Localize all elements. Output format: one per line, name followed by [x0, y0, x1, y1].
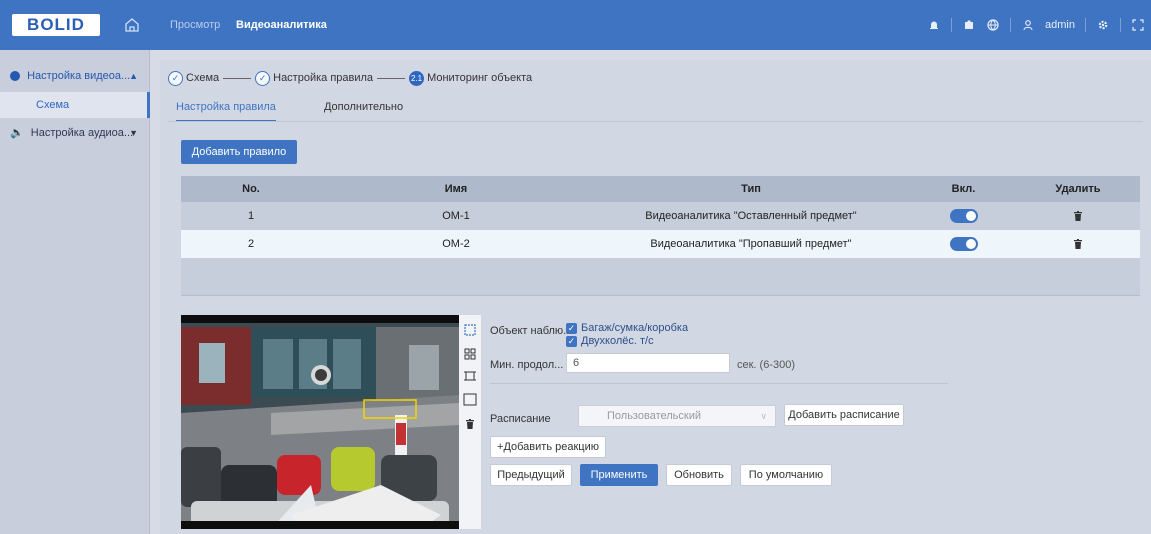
step-connector — [223, 77, 252, 79]
table-row[interactable]: 1 OM-1 Видеоаналитика "Оставленный предм… — [181, 202, 1140, 230]
add-rule-button[interactable]: Добавить правило — [181, 140, 297, 164]
enable-toggle[interactable] — [949, 209, 978, 223]
rule-type: Видеоаналитика "Оставленный предмет" — [645, 210, 857, 222]
schedule-select[interactable]: Пользовательский ∨ — [578, 405, 776, 427]
draw-area-icon[interactable] — [463, 323, 477, 337]
rules-table: No. Имя Тип Вкл. Удалить 1 OM-1 Видеоана… — [181, 176, 1140, 296]
trash-icon[interactable] — [463, 417, 477, 431]
min-duration-label: Мин. продол... — [490, 359, 564, 371]
checkbox-two-wheeler[interactable]: ✓ Двухколёс. т/с — [566, 335, 654, 347]
subtabs: Настройка правила Дополнительно — [176, 96, 451, 122]
trash-icon[interactable] — [1072, 238, 1084, 250]
column-header: Вкл. — [951, 183, 976, 195]
delete-cell — [1016, 202, 1140, 230]
toggle-knob — [965, 239, 976, 249]
top-bar: BOLID Просмотр Видеоаналитика admin — [0, 0, 1151, 50]
apply-button[interactable]: Применить — [580, 464, 658, 486]
add-schedule-button[interactable]: Добавить расписание — [784, 404, 904, 426]
column-header: Удалить — [1055, 183, 1101, 195]
divider — [490, 383, 948, 384]
step-label: Мониторинг объекта — [427, 72, 533, 84]
divider — [1085, 18, 1086, 32]
sidebar-item-label: Схема — [36, 99, 70, 111]
rule-type: Видеоаналитика "Пропавший предмет" — [650, 238, 852, 250]
check-icon: ✓ — [566, 322, 577, 334]
default-button[interactable]: По умолчанию — [740, 464, 832, 486]
divider — [1120, 18, 1121, 32]
checkbox-label: Багаж/сумка/коробка — [581, 322, 689, 334]
min-duration-input[interactable]: 6 — [566, 353, 730, 373]
video-toolbar — [459, 315, 481, 529]
logo: BOLID — [12, 14, 100, 36]
min-duration-hint: сек. (6-300) — [737, 359, 796, 371]
user-name[interactable]: admin — [1045, 19, 1075, 31]
chevron-down-icon: ∨ — [760, 411, 767, 421]
column-header: No. — [242, 183, 260, 195]
video-preview[interactable] — [181, 315, 459, 529]
sidebar-item-schema[interactable]: Схема — [0, 92, 150, 118]
grid-icon[interactable] — [463, 347, 477, 361]
step-number: 2.1 — [409, 70, 425, 86]
refresh-button[interactable]: Обновить — [666, 464, 732, 486]
chevron-down-icon: ▼ — [129, 128, 138, 138]
column-header: Имя — [444, 183, 468, 195]
main-content: ✓ Схема ✓ Настройка правила 2.1 Монитори… — [160, 60, 1151, 534]
divider — [1010, 18, 1012, 32]
fullscreen-icon[interactable] — [1131, 18, 1145, 32]
step-label: Настройка правила — [273, 72, 374, 84]
rule-name: OM-1 — [442, 210, 470, 222]
rule-name: OM-2 — [442, 238, 470, 250]
check-icon: ✓ — [255, 70, 271, 86]
max-size-icon[interactable] — [463, 393, 477, 407]
chevron-up-icon: ▲ — [129, 71, 138, 81]
enable-toggle[interactable] — [949, 237, 978, 251]
sidebar-item-label: Настройка аудиоа... — [30, 127, 134, 139]
speaker-icon: 🔈 — [10, 127, 24, 139]
step-connector — [377, 77, 406, 79]
top-right-toolbar: admin — [927, 0, 1151, 50]
user-icon[interactable] — [1021, 18, 1035, 32]
globe-icon[interactable] — [986, 18, 1000, 32]
table-header: No. Имя Тип Вкл. Удалить — [181, 176, 1140, 202]
bell-icon[interactable] — [927, 18, 941, 32]
step-label: Схема — [186, 72, 220, 84]
gear-icon[interactable] — [1096, 18, 1110, 32]
row-number: 1 — [247, 210, 255, 222]
tab-prosmotr[interactable]: Просмотр — [170, 0, 220, 50]
steps-progress: ✓ Схема ✓ Настройка правила 2.1 Монитори… — [168, 68, 532, 88]
table-row[interactable]: 2 OM-2 Видеоаналитика "Пропавший предмет… — [181, 230, 1140, 258]
puzzle-icon[interactable] — [962, 18, 976, 32]
sidebar-item-audio-analytics[interactable]: 🔈 Настройка аудиоа... ▼ — [0, 120, 150, 146]
delete-cell — [1016, 230, 1140, 258]
enable-cell — [911, 230, 1016, 258]
tab-rule-settings[interactable]: Настройка правила — [176, 96, 276, 122]
divider — [168, 121, 1143, 122]
add-reaction-button[interactable]: +Добавить реакцию — [490, 436, 606, 458]
checkbox-luggage[interactable]: ✓ Багаж/сумка/коробка — [566, 322, 688, 334]
video-analytics-icon — [10, 71, 20, 82]
object-label: Объект наблю... — [490, 325, 573, 337]
check-icon: ✓ — [566, 335, 577, 347]
sidebar-item-label: Настройка видеоа... — [27, 70, 131, 82]
schedule-label: Расписание — [490, 413, 551, 425]
row-number: 2 — [247, 238, 255, 250]
schedule-value: Пользовательский — [607, 410, 701, 422]
home-icon[interactable] — [122, 15, 142, 35]
sidebar-item-video-analytics[interactable]: Настройка видеоа... ▲ — [0, 63, 150, 89]
checkbox-label: Двухколёс. т/с — [581, 335, 654, 347]
column-header: Тип — [741, 183, 761, 195]
divider — [951, 18, 953, 32]
toggle-knob — [965, 211, 976, 221]
tab-videoanalytics[interactable]: Видеоаналитика — [236, 0, 327, 50]
sidebar: Настройка видеоа... ▲ Схема 🔈 Настройка … — [0, 50, 150, 534]
enable-cell — [911, 202, 1016, 230]
table-empty-area — [181, 258, 1140, 296]
check-icon: ✓ — [168, 70, 183, 86]
trash-icon[interactable] — [1072, 210, 1084, 222]
previous-button[interactable]: Предыдущий — [490, 464, 572, 486]
tab-additional[interactable]: Дополнительно — [324, 96, 403, 122]
min-size-icon[interactable] — [463, 369, 477, 383]
